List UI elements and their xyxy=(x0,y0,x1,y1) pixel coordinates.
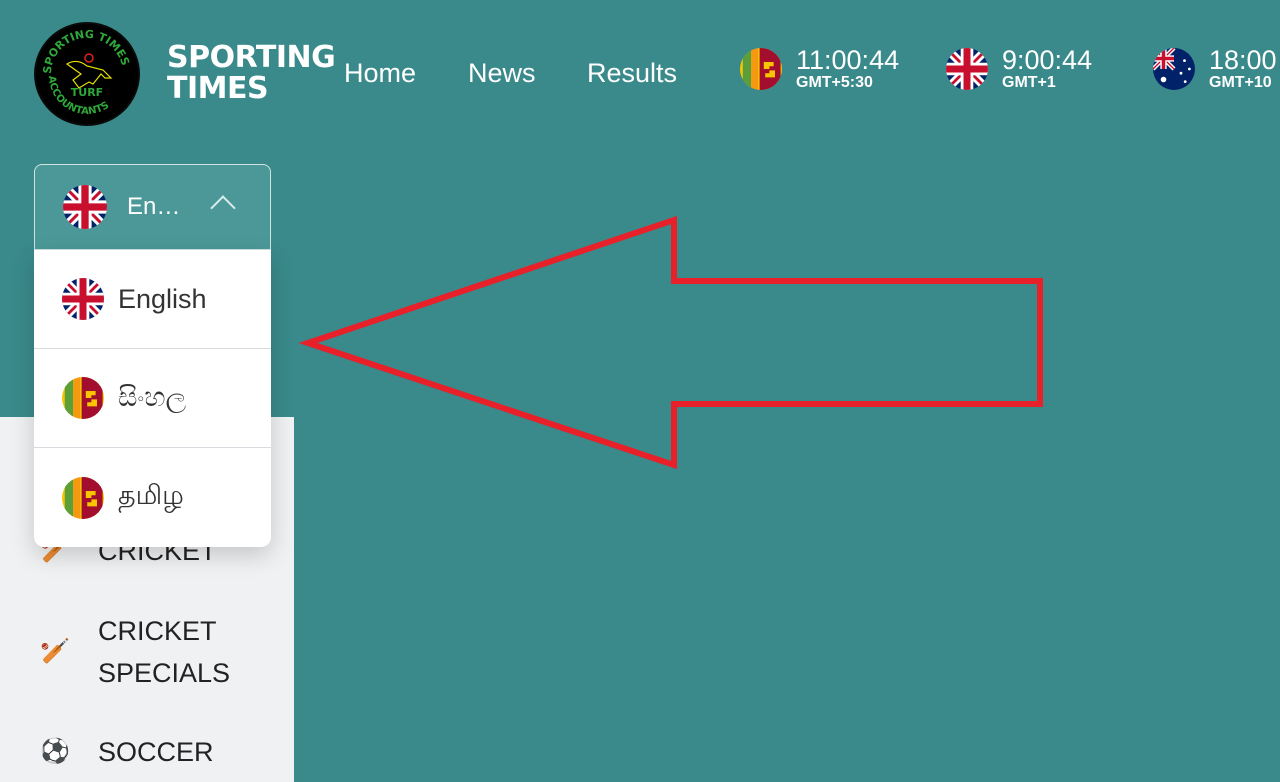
svg-text:SPORTING TIMES: SPORTING TIMES xyxy=(41,28,132,75)
nav-home[interactable]: Home xyxy=(344,58,416,89)
uk-flag-icon xyxy=(62,278,104,320)
brand-line-1: SPORTING xyxy=(167,40,336,75)
sidebar-item-label: SOCCER xyxy=(98,737,214,767)
uk-flag-icon xyxy=(63,185,107,229)
language-option-english[interactable]: English xyxy=(34,250,271,349)
brand-line-2: TIMES xyxy=(167,71,269,106)
clock-timezone: GMT+10 xyxy=(1209,74,1272,91)
svg-text:TURF: TURF xyxy=(71,86,103,99)
sri-lanka-flag-icon xyxy=(62,477,104,519)
sidebar-item-label: CRICKET SPECIALS xyxy=(98,616,231,688)
soccer-ball-icon: ⚽ xyxy=(40,738,70,765)
sidebar-item-soccer[interactable]: ⚽ SOCCER xyxy=(40,731,214,773)
australia-flag-icon xyxy=(1153,48,1195,90)
cricket-icon: 🏏 xyxy=(40,638,70,665)
nav-results[interactable]: Results xyxy=(587,58,677,89)
brand-name[interactable]: SPORTING TIMES xyxy=(167,40,336,106)
clock-time: 18:00 xyxy=(1209,45,1277,75)
clock-timezone: GMT+1 xyxy=(1002,74,1056,91)
sri-lanka-flag-icon xyxy=(740,48,782,90)
selected-language: En… xyxy=(127,193,181,220)
option-label: English xyxy=(118,283,207,314)
language-option-sinhala[interactable]: සිංහල xyxy=(34,349,271,448)
clock-time: 9:00:44 xyxy=(1002,45,1093,75)
sri-lanka-flag-icon xyxy=(62,377,104,419)
option-label: தமிழ xyxy=(118,480,184,510)
option-label: සිංහල xyxy=(118,382,187,412)
nav-news[interactable]: News xyxy=(468,58,536,89)
logo-image: SPORTING TIMES ACCOUNTANTS TURF xyxy=(41,28,132,117)
language-dropdown: English සිංහල தமிழ xyxy=(34,250,271,547)
clock-timezone: GMT+5:30 xyxy=(796,74,873,91)
language-select[interactable]: En… xyxy=(34,164,271,250)
logo[interactable]: SPORTING TIMES ACCOUNTANTS TURF xyxy=(34,22,140,126)
clock-time: 11:00:44 xyxy=(796,45,900,75)
clock-australia: 18:00 GMT+10 xyxy=(1153,46,1277,92)
chevron-up-icon xyxy=(210,195,236,221)
clock-sri-lanka: 11:00:44 GMT+5:30 xyxy=(740,46,899,92)
uk-flag-icon xyxy=(946,48,988,90)
language-option-tamil[interactable]: தமிழ xyxy=(34,448,271,547)
clock-uk: 9:00:44 GMT+1 xyxy=(946,46,1092,92)
sidebar-item-cricket-specials[interactable]: 🏏 CRICKET SPECIALS xyxy=(40,610,260,694)
